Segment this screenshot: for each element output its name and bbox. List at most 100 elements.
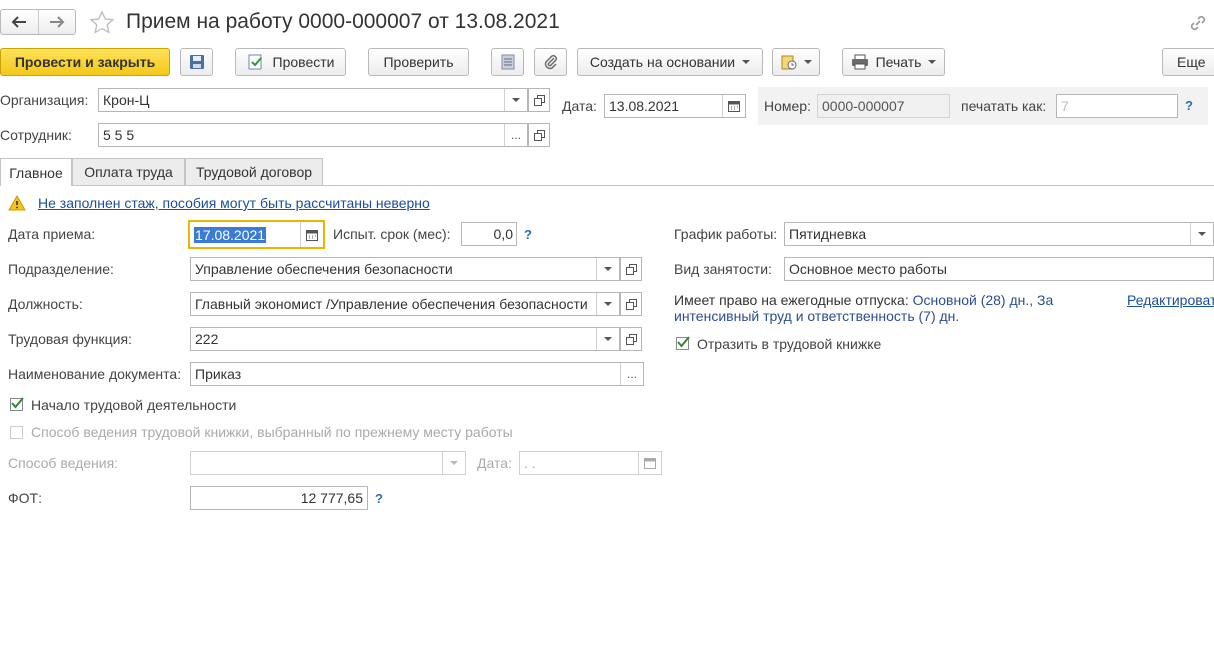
book-method-label: Способ ведения трудовой книжки, выбранны… — [31, 424, 513, 440]
fot-field[interactable]: 12 777,65 — [190, 486, 368, 510]
check-button[interactable]: Проверить — [368, 48, 469, 76]
function-label: Трудовая функция: — [8, 331, 132, 347]
warning-icon — [8, 195, 26, 211]
tab-main[interactable]: Главное — [0, 158, 72, 186]
method-field[interactable] — [190, 451, 466, 475]
org-value: Крон-Ц — [103, 92, 150, 108]
report-icon — [781, 55, 797, 70]
more-button[interactable]: Еще — [1162, 48, 1214, 76]
probation-help-icon[interactable]: ? — [524, 227, 532, 242]
org-dropdown-button[interactable] — [504, 89, 527, 111]
employee-field[interactable]: 5 5 5 ... — [98, 123, 528, 147]
number-field[interactable]: 0000-000007 — [817, 94, 950, 118]
print-as-help-icon[interactable]: ? — [1185, 98, 1193, 113]
org-open-button[interactable] — [528, 88, 550, 112]
hire-date-calendar-button[interactable] — [300, 222, 323, 247]
employee-select-button[interactable]: ... — [504, 124, 527, 146]
calendar-icon — [306, 229, 318, 241]
employment-field[interactable]: Основное место работы — [784, 257, 1214, 281]
date-field[interactable]: 13.08.2021 — [604, 94, 746, 118]
chevron-down-icon — [450, 461, 458, 465]
date-label: Дата: — [562, 98, 597, 114]
start-work-label: Начало трудовой деятельности — [31, 397, 237, 413]
print-as-placeholder: 7 — [1061, 98, 1069, 114]
position-dropdown-button[interactable] — [596, 293, 619, 315]
vacation-value-2: интенсивный труд и ответственность (7) д… — [674, 308, 960, 324]
workbook-checkbox[interactable] — [676, 336, 690, 350]
forward-button[interactable] — [39, 10, 76, 34]
method-date-label: Дата: — [477, 455, 512, 471]
probation-value: 0,0 — [493, 226, 513, 242]
book-method-checkbox[interactable] — [10, 426, 23, 439]
docname-select-button[interactable]: ... — [620, 363, 643, 385]
print-as-field[interactable]: 7 — [1056, 94, 1178, 118]
post-button[interactable]: Провести — [235, 48, 346, 76]
chevron-down-icon — [604, 337, 612, 341]
vacation-value-1: Основной (28) дн., За — [912, 292, 1054, 308]
method-label: Способ ведения: — [8, 455, 119, 471]
function-field[interactable]: 222 — [190, 327, 620, 351]
edit-vacation-link[interactable]: Редактировать — [1127, 292, 1214, 308]
hire-date-label: Дата приема: — [8, 226, 96, 242]
journal-button[interactable] — [491, 48, 524, 76]
dept-field[interactable]: Управление обеспечения безопасности — [190, 257, 620, 281]
hire-date-field[interactable]: 17.08.2021 — [188, 220, 325, 249]
schedule-field[interactable]: Пятидневка — [784, 222, 1214, 246]
save-button[interactable] — [180, 48, 213, 76]
print-button[interactable]: Печать — [842, 48, 945, 76]
chevron-down-icon — [742, 60, 751, 64]
probation-field[interactable]: 0,0 — [461, 222, 517, 246]
employee-label: Сотрудник: — [0, 127, 72, 143]
post-and-close-button[interactable]: Провести и закрыть — [0, 48, 170, 76]
position-label: Должность: — [8, 296, 83, 312]
checkmark-icon — [11, 397, 24, 409]
position-field[interactable]: Главный экономист /Управление обеспечени… — [190, 292, 620, 316]
create-based-button[interactable]: Создать на основании — [577, 48, 763, 76]
printer-icon — [851, 54, 868, 70]
employment-label: Вид занятости: — [674, 261, 772, 277]
arrow-right-icon — [49, 16, 65, 28]
org-field[interactable]: Крон-Ц — [98, 88, 528, 112]
checkmark-icon — [677, 336, 690, 348]
function-dropdown-button[interactable] — [596, 328, 619, 350]
dept-open-button[interactable] — [620, 257, 642, 281]
probation-label: Испыт. срок (мес): — [333, 226, 451, 242]
docname-field[interactable]: Приказ ... — [190, 362, 644, 386]
dept-dropdown-button[interactable] — [596, 258, 619, 280]
favorite-star-icon[interactable] — [89, 10, 115, 36]
employee-value: 5 5 5 — [103, 127, 135, 143]
function-open-button[interactable] — [620, 327, 642, 351]
warning-link[interactable]: Не заполнен стаж, пособия могут быть рас… — [38, 195, 430, 211]
vacation-label: Имеет право на ежегодные отпуска: — [674, 292, 909, 308]
method-date-field[interactable]: . . — [519, 451, 662, 475]
workbook-label: Отразить в трудовой книжке — [697, 336, 882, 352]
create-based-label: Создать на основании — [589, 54, 736, 70]
list-icon — [501, 54, 514, 70]
calendar-icon — [644, 458, 656, 469]
schedule-dropdown-button[interactable] — [1190, 223, 1213, 245]
hire-date-value: 17.08.2021 — [194, 226, 267, 243]
employment-value: Основное место работы — [789, 261, 947, 277]
tab-contract[interactable]: Трудовой договор — [185, 158, 323, 185]
calendar-button[interactable] — [722, 95, 745, 117]
link-icon[interactable] — [1188, 13, 1208, 33]
page-title: Прием на работу 0000-000007 от 13.08.202… — [126, 10, 560, 33]
fot-help-icon[interactable]: ? — [375, 491, 383, 506]
chevron-down-icon — [804, 60, 812, 64]
back-button[interactable] — [1, 10, 39, 34]
nav-buttons — [0, 9, 76, 35]
chevron-down-icon — [604, 267, 612, 271]
start-work-checkbox[interactable] — [10, 397, 24, 411]
method-dropdown-button[interactable] — [442, 452, 465, 474]
open-icon — [625, 333, 637, 345]
position-open-button[interactable] — [620, 292, 642, 316]
tab-payment[interactable]: Оплата труда — [72, 158, 185, 185]
method-date-calendar-button[interactable] — [638, 452, 661, 474]
floppy-icon — [189, 55, 204, 69]
print-label: Печать — [875, 54, 922, 70]
attach-button[interactable] — [534, 48, 567, 76]
report-menu-button[interactable] — [772, 48, 820, 76]
print-as-label: печатать как: — [961, 98, 1047, 114]
employee-open-button[interactable] — [528, 123, 550, 147]
vacation-text: Имеет право на ежегодные отпуска: Основн… — [674, 292, 1114, 324]
